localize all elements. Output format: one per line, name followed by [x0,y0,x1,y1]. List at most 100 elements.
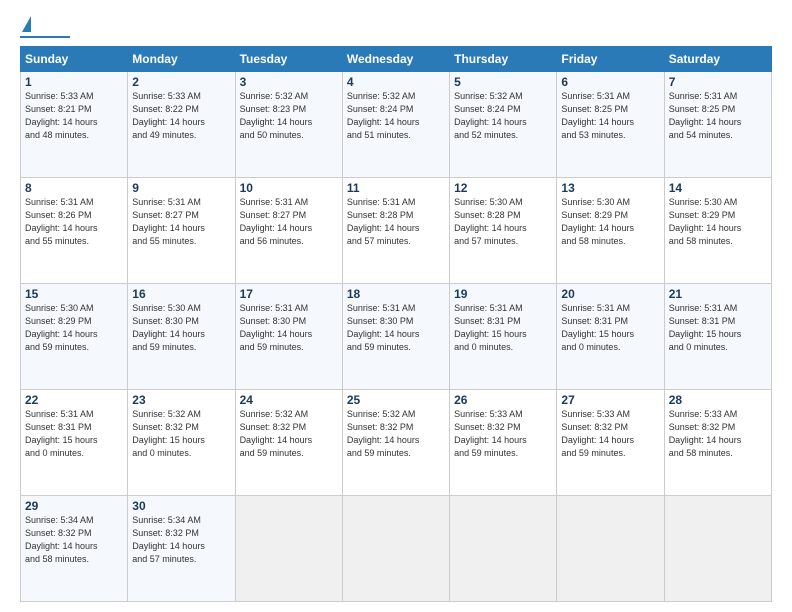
calendar-header-sunday: Sunday [21,47,128,72]
day-info: Sunrise: 5:32 AM Sunset: 8:32 PM Dayligh… [240,408,338,460]
calendar-day-cell: 3Sunrise: 5:32 AM Sunset: 8:23 PM Daylig… [235,72,342,178]
calendar-day-cell: 29Sunrise: 5:34 AM Sunset: 8:32 PM Dayli… [21,496,128,602]
day-number: 26 [454,393,552,407]
calendar-day-cell: 17Sunrise: 5:31 AM Sunset: 8:30 PM Dayli… [235,284,342,390]
day-info: Sunrise: 5:33 AM Sunset: 8:22 PM Dayligh… [132,90,230,142]
day-number: 12 [454,181,552,195]
day-number: 6 [561,75,659,89]
calendar-day-cell: 16Sunrise: 5:30 AM Sunset: 8:30 PM Dayli… [128,284,235,390]
day-info: Sunrise: 5:31 AM Sunset: 8:30 PM Dayligh… [240,302,338,354]
calendar-week-row: 1Sunrise: 5:33 AM Sunset: 8:21 PM Daylig… [21,72,772,178]
day-info: Sunrise: 5:30 AM Sunset: 8:29 PM Dayligh… [669,196,767,248]
calendar-day-cell: 22Sunrise: 5:31 AM Sunset: 8:31 PM Dayli… [21,390,128,496]
day-number: 19 [454,287,552,301]
logo-triangle-icon [22,16,31,32]
calendar-week-row: 22Sunrise: 5:31 AM Sunset: 8:31 PM Dayli… [21,390,772,496]
day-number: 17 [240,287,338,301]
calendar-header-monday: Monday [128,47,235,72]
day-info: Sunrise: 5:31 AM Sunset: 8:31 PM Dayligh… [561,302,659,354]
day-info: Sunrise: 5:33 AM Sunset: 8:21 PM Dayligh… [25,90,123,142]
calendar-day-cell: 28Sunrise: 5:33 AM Sunset: 8:32 PM Dayli… [664,390,771,496]
day-number: 30 [132,499,230,513]
calendar-header-saturday: Saturday [664,47,771,72]
calendar-header-thursday: Thursday [450,47,557,72]
calendar-week-row: 29Sunrise: 5:34 AM Sunset: 8:32 PM Dayli… [21,496,772,602]
day-number: 18 [347,287,445,301]
day-info: Sunrise: 5:32 AM Sunset: 8:24 PM Dayligh… [454,90,552,142]
day-number: 29 [25,499,123,513]
calendar-day-cell: 23Sunrise: 5:32 AM Sunset: 8:32 PM Dayli… [128,390,235,496]
day-info: Sunrise: 5:30 AM Sunset: 8:28 PM Dayligh… [454,196,552,248]
day-number: 24 [240,393,338,407]
day-number: 5 [454,75,552,89]
day-info: Sunrise: 5:30 AM Sunset: 8:29 PM Dayligh… [25,302,123,354]
day-info: Sunrise: 5:31 AM Sunset: 8:31 PM Dayligh… [454,302,552,354]
calendar-day-cell: 1Sunrise: 5:33 AM Sunset: 8:21 PM Daylig… [21,72,128,178]
day-info: Sunrise: 5:31 AM Sunset: 8:30 PM Dayligh… [347,302,445,354]
calendar-day-cell: 9Sunrise: 5:31 AM Sunset: 8:27 PM Daylig… [128,178,235,284]
day-number: 27 [561,393,659,407]
day-number: 14 [669,181,767,195]
day-number: 16 [132,287,230,301]
day-info: Sunrise: 5:31 AM Sunset: 8:25 PM Dayligh… [561,90,659,142]
day-info: Sunrise: 5:32 AM Sunset: 8:23 PM Dayligh… [240,90,338,142]
day-info: Sunrise: 5:32 AM Sunset: 8:32 PM Dayligh… [347,408,445,460]
day-number: 1 [25,75,123,89]
calendar-day-cell: 19Sunrise: 5:31 AM Sunset: 8:31 PM Dayli… [450,284,557,390]
calendar-day-cell: 25Sunrise: 5:32 AM Sunset: 8:32 PM Dayli… [342,390,449,496]
calendar-day-cell: 20Sunrise: 5:31 AM Sunset: 8:31 PM Dayli… [557,284,664,390]
day-info: Sunrise: 5:31 AM Sunset: 8:28 PM Dayligh… [347,196,445,248]
calendar-day-cell: 2Sunrise: 5:33 AM Sunset: 8:22 PM Daylig… [128,72,235,178]
day-info: Sunrise: 5:31 AM Sunset: 8:25 PM Dayligh… [669,90,767,142]
day-number: 25 [347,393,445,407]
calendar-header-wednesday: Wednesday [342,47,449,72]
day-number: 8 [25,181,123,195]
calendar-header-friday: Friday [557,47,664,72]
day-number: 10 [240,181,338,195]
calendar-day-cell: 15Sunrise: 5:30 AM Sunset: 8:29 PM Dayli… [21,284,128,390]
calendar-day-cell [664,496,771,602]
calendar-day-cell: 6Sunrise: 5:31 AM Sunset: 8:25 PM Daylig… [557,72,664,178]
calendar-day-cell: 5Sunrise: 5:32 AM Sunset: 8:24 PM Daylig… [450,72,557,178]
day-number: 3 [240,75,338,89]
day-info: Sunrise: 5:32 AM Sunset: 8:24 PM Dayligh… [347,90,445,142]
day-info: Sunrise: 5:33 AM Sunset: 8:32 PM Dayligh… [454,408,552,460]
logo-underline [20,36,70,38]
day-info: Sunrise: 5:31 AM Sunset: 8:27 PM Dayligh… [132,196,230,248]
calendar-day-cell [342,496,449,602]
day-info: Sunrise: 5:33 AM Sunset: 8:32 PM Dayligh… [669,408,767,460]
calendar-day-cell: 12Sunrise: 5:30 AM Sunset: 8:28 PM Dayli… [450,178,557,284]
day-info: Sunrise: 5:33 AM Sunset: 8:32 PM Dayligh… [561,408,659,460]
calendar-day-cell: 7Sunrise: 5:31 AM Sunset: 8:25 PM Daylig… [664,72,771,178]
calendar-day-cell: 27Sunrise: 5:33 AM Sunset: 8:32 PM Dayli… [557,390,664,496]
day-number: 11 [347,181,445,195]
calendar-day-cell: 14Sunrise: 5:30 AM Sunset: 8:29 PM Dayli… [664,178,771,284]
calendar-day-cell: 24Sunrise: 5:32 AM Sunset: 8:32 PM Dayli… [235,390,342,496]
day-info: Sunrise: 5:34 AM Sunset: 8:32 PM Dayligh… [132,514,230,566]
calendar-week-row: 15Sunrise: 5:30 AM Sunset: 8:29 PM Dayli… [21,284,772,390]
calendar-day-cell [557,496,664,602]
day-number: 4 [347,75,445,89]
calendar-day-cell: 26Sunrise: 5:33 AM Sunset: 8:32 PM Dayli… [450,390,557,496]
day-info: Sunrise: 5:34 AM Sunset: 8:32 PM Dayligh… [25,514,123,566]
page: SundayMondayTuesdayWednesdayThursdayFrid… [0,0,792,612]
day-number: 28 [669,393,767,407]
day-number: 20 [561,287,659,301]
logo [20,16,70,38]
calendar-day-cell: 11Sunrise: 5:31 AM Sunset: 8:28 PM Dayli… [342,178,449,284]
calendar: SundayMondayTuesdayWednesdayThursdayFrid… [20,46,772,602]
calendar-header-tuesday: Tuesday [235,47,342,72]
calendar-day-cell: 8Sunrise: 5:31 AM Sunset: 8:26 PM Daylig… [21,178,128,284]
header [20,16,772,38]
day-number: 9 [132,181,230,195]
day-info: Sunrise: 5:30 AM Sunset: 8:29 PM Dayligh… [561,196,659,248]
day-info: Sunrise: 5:31 AM Sunset: 8:27 PM Dayligh… [240,196,338,248]
calendar-day-cell: 21Sunrise: 5:31 AM Sunset: 8:31 PM Dayli… [664,284,771,390]
day-info: Sunrise: 5:32 AM Sunset: 8:32 PM Dayligh… [132,408,230,460]
day-number: 2 [132,75,230,89]
calendar-week-row: 8Sunrise: 5:31 AM Sunset: 8:26 PM Daylig… [21,178,772,284]
calendar-day-cell: 4Sunrise: 5:32 AM Sunset: 8:24 PM Daylig… [342,72,449,178]
day-number: 23 [132,393,230,407]
day-info: Sunrise: 5:31 AM Sunset: 8:31 PM Dayligh… [25,408,123,460]
day-number: 13 [561,181,659,195]
